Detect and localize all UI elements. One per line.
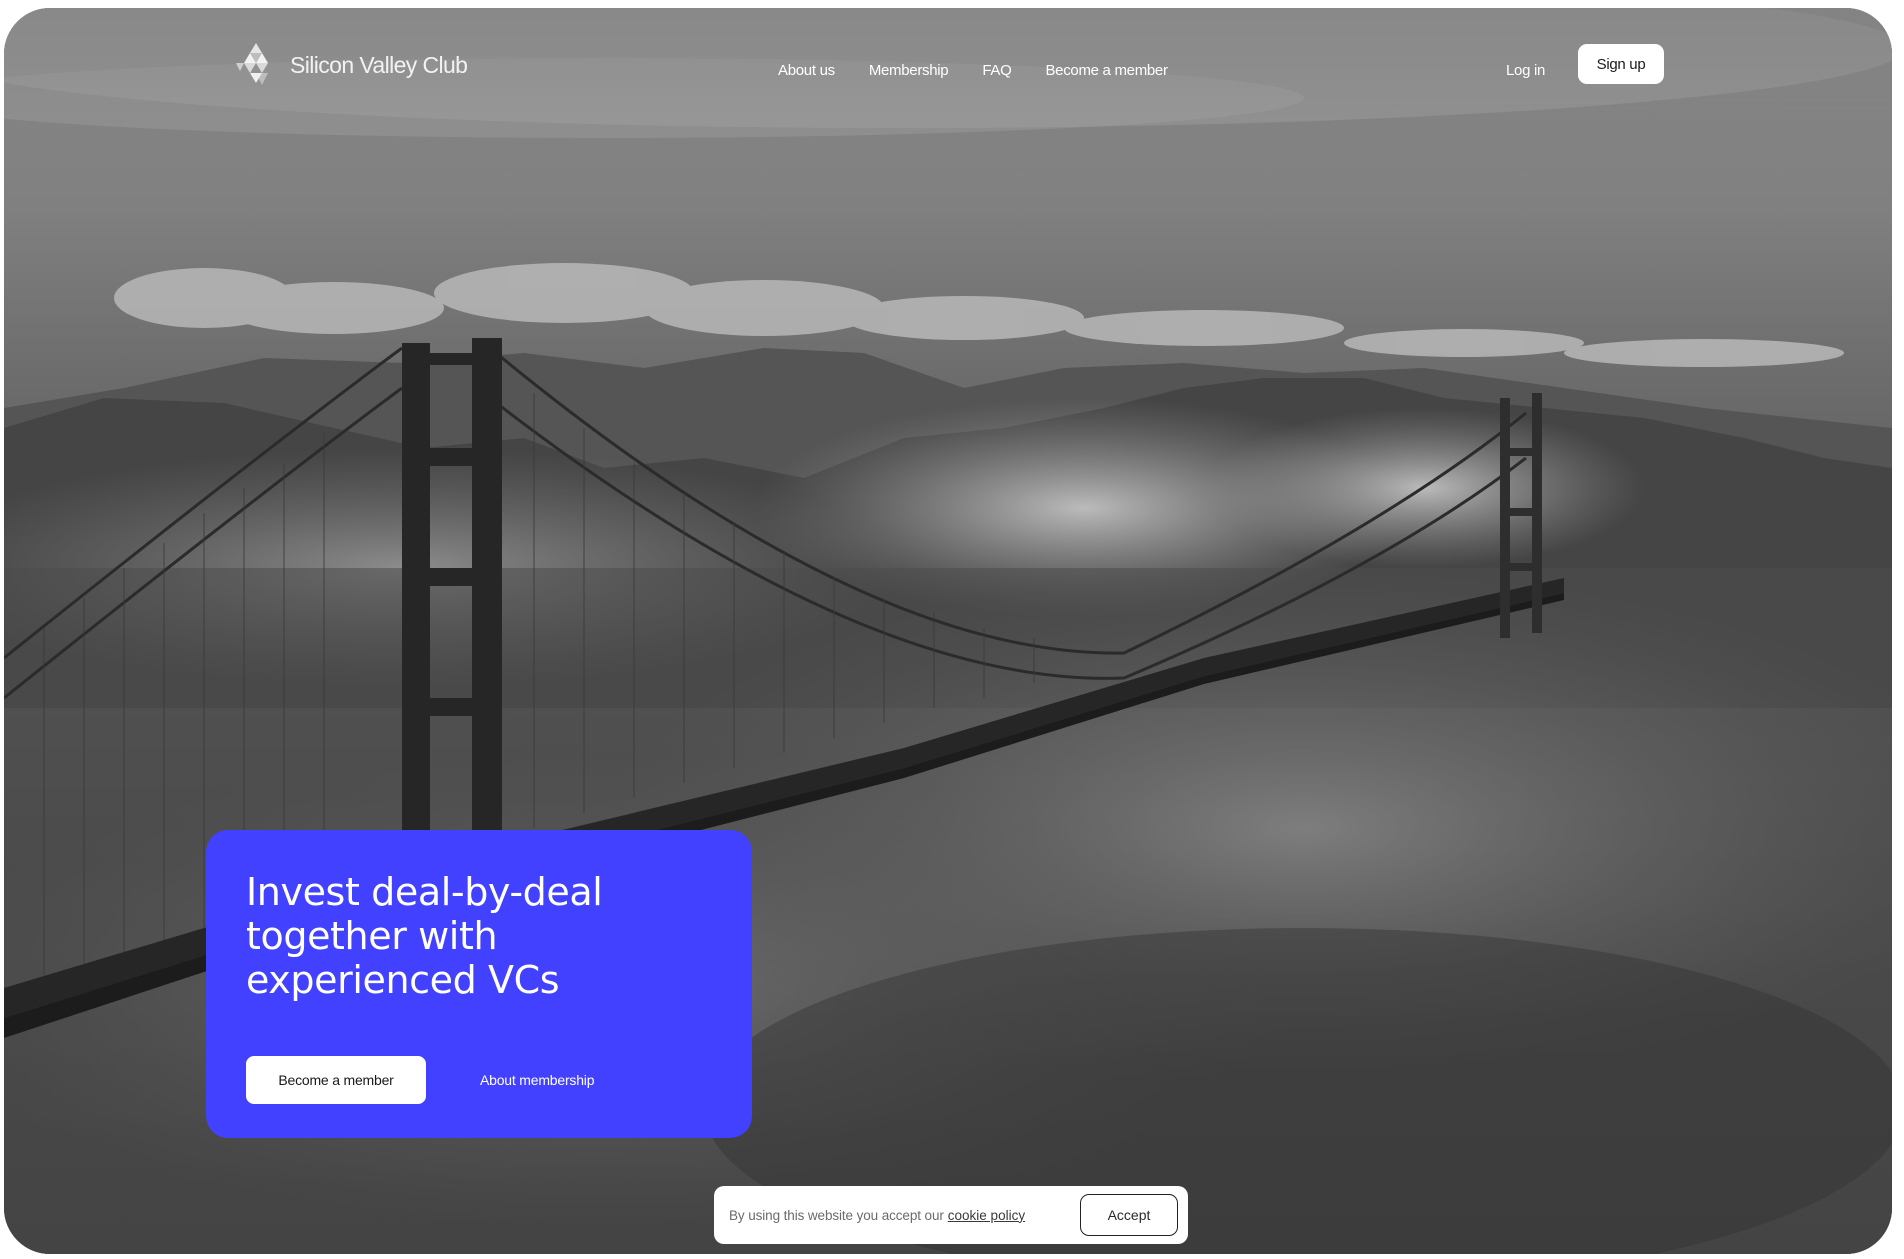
brand-logo-link[interactable]: Silicon Valley Club — [232, 40, 468, 90]
signup-button[interactable]: Sign up — [1578, 44, 1664, 84]
cookie-banner: By using this website you accept our coo… — [714, 1186, 1188, 1244]
brand-name: Silicon Valley Club — [290, 51, 468, 78]
cookie-policy-link[interactable]: cookie policy — [948, 1208, 1025, 1223]
cookie-banner-text: By using this website you accept our — [729, 1207, 944, 1223]
nav-item-become-a-member[interactable]: Become a member — [1045, 62, 1168, 79]
main-nav: About us Membership FAQ Become a member — [778, 62, 1168, 79]
login-link[interactable]: Log in — [1506, 62, 1545, 79]
nav-item-about-us[interactable]: About us — [778, 62, 835, 79]
site-header: Silicon Valley Club About us Membership … — [4, 8, 1892, 128]
hero-card: Invest deal-by-deal together with experi… — [206, 830, 752, 1138]
hero-title: Invest deal-by-deal together with experi… — [246, 870, 603, 1002]
nav-item-membership[interactable]: Membership — [869, 62, 949, 79]
nav-item-faq[interactable]: FAQ — [982, 62, 1011, 79]
become-member-button[interactable]: Become a member — [246, 1056, 426, 1104]
accept-cookies-button[interactable]: Accept — [1080, 1194, 1178, 1236]
about-membership-link[interactable]: About membership — [480, 1072, 595, 1088]
triangle-cluster-logo-icon — [236, 43, 268, 85]
page-frame: Silicon Valley Club About us Membership … — [4, 8, 1892, 1254]
hero-actions: Become a member About membership — [246, 1056, 595, 1104]
